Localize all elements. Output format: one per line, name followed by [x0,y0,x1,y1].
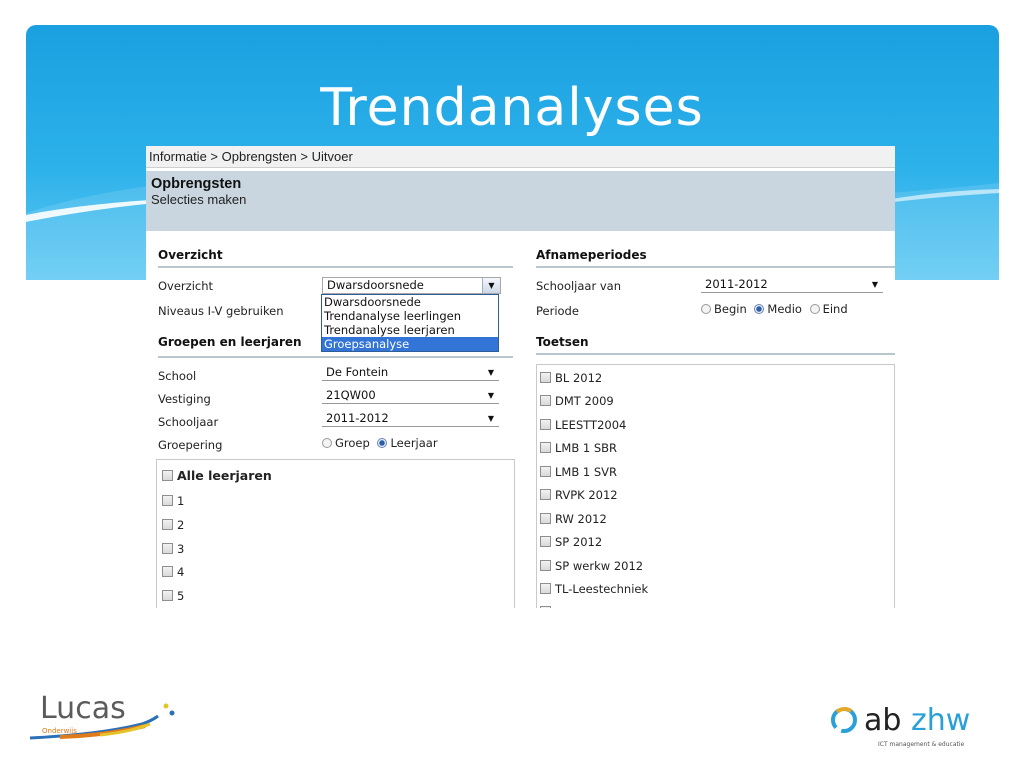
checkbox[interactable] [540,560,551,571]
chevron-down-icon[interactable]: ▼ [488,388,494,403]
checkbox[interactable] [162,470,173,481]
svg-text:ab zhw: ab zhw [864,703,970,738]
slide-title: Trendanalyses [320,78,704,138]
abzhw-wordmark: ab [864,703,901,738]
checkbox[interactable] [162,495,173,506]
abzhw-logo: ab zhw ICT management & educatie [828,694,988,754]
checkbox[interactable] [540,606,551,608]
overzicht-select-value: Dwarsdoorsnede [327,278,424,292]
radio-button[interactable] [701,304,711,314]
chevron-down-icon[interactable]: ▼ [482,278,500,293]
schooljaar-van-select[interactable]: 2011-2012 ▼ [701,277,883,293]
lucas-subtext: Onderwijs [42,727,77,735]
chevron-down-icon[interactable]: ▼ [872,277,878,292]
groepering-radio-group: Groep Leerjaar [322,436,442,450]
vestiging-select-value: 21QW00 [326,388,376,402]
checkbox[interactable] [540,442,551,453]
checkbox-toets[interactable]: RW 2012 [540,512,607,526]
checkbox[interactable] [162,566,173,577]
section-afnameperiodes: Afnameperiodes [536,248,895,268]
checkbox[interactable] [162,590,173,601]
section-overzicht: Overzicht [158,248,513,268]
radio-leerjaar[interactable]: Leerjaar [377,436,438,450]
school-select-value: De Fontein [326,365,389,379]
checkbox-alle-leerjaren[interactable]: Alle leerjaren [162,468,272,483]
checkbox-toets[interactable]: TL-Leestechniek [540,582,648,596]
checkbox-toets[interactable]: BL 2012 [540,371,602,385]
vestiging-label: Vestiging [158,392,211,406]
checkbox[interactable] [162,519,173,530]
checkbox-toets[interactable]: SP werkw 2012 [540,559,643,573]
lucas-wordmark: Lucas [40,691,126,726]
checkbox-toets-partial[interactable] [540,605,555,608]
section-toetsen: Toetsen [536,335,895,355]
lucas-logo: Lucas Onderwijs [29,686,180,746]
schooljaar-select[interactable]: 2011-2012 ▼ [322,411,499,427]
checkbox-toets[interactable]: LMB 1 SVR [540,465,617,479]
dropdown-option[interactable]: Dwarsdoorsnede [322,295,498,309]
breadcrumb[interactable]: Informatie > Opbrengsten > Uitvoer [146,146,895,168]
radio-button[interactable] [809,304,820,314]
radio-groep[interactable]: Groep [322,436,370,450]
checkbox-toets[interactable]: DMT 2009 [540,394,614,408]
radio-button[interactable] [322,438,332,448]
school-label: School [158,369,197,383]
section-divider [158,356,513,358]
radio-button-selected[interactable] [377,438,388,448]
radio-medio[interactable]: Medio [754,302,802,316]
page-subtitle: Selecties maken [151,192,247,207]
checkbox-toets[interactable]: LEESTT2004 [540,418,626,432]
checkbox-leerjaar[interactable]: 1 [162,494,184,508]
checkbox[interactable] [540,372,551,383]
checkbox[interactable] [540,513,551,524]
overzicht-select[interactable]: Dwarsdoorsnede ▼ [322,277,501,294]
checkbox-toets[interactable]: LMB 1 SBR [540,441,617,455]
checkbox-leerjaar[interactable]: 5 [162,589,184,603]
niveaus-label: Niveaus I-V gebruiken [158,304,284,318]
chevron-down-icon[interactable]: ▼ [488,411,494,426]
checkbox-leerjaar[interactable]: 2 [162,518,184,532]
app-screenshot: Informatie > Opbrengsten > Uitvoer Opbre… [146,146,895,608]
dropdown-option-highlighted[interactable]: Groepsanalyse [322,337,498,351]
abzhw-wordmark-accent: zhw [911,703,970,738]
checkbox[interactable] [540,536,551,547]
abzhw-tagline: ICT management & educatie [878,741,965,748]
checkbox[interactable] [162,543,173,554]
dropdown-option[interactable]: Trendanalyse leerlingen [322,309,498,323]
page-title: Opbrengsten [151,176,242,192]
checkbox-toets[interactable]: SP 2012 [540,535,602,549]
chevron-down-icon[interactable]: ▼ [488,365,494,380]
checkbox[interactable] [540,395,551,406]
checkbox[interactable] [540,466,551,477]
schooljaar-select-value: 2011-2012 [326,411,389,425]
checkbox[interactable] [540,419,551,430]
periode-radio-group: Begin Medio Eind [701,302,852,316]
page-header: Opbrengsten Selecties maken [146,171,895,231]
dropdown-option[interactable]: Trendanalyse leerjaren [322,323,498,337]
radio-eind[interactable]: Eind [809,302,848,316]
overzicht-label: Overzicht [158,279,214,293]
periode-label: Periode [536,304,579,318]
radio-button-selected[interactable] [754,304,765,314]
schooljaar-van-value: 2011-2012 [705,277,768,291]
section-groepen: Groepen en leerjaren [158,335,302,349]
radio-begin[interactable]: Begin [701,302,747,316]
schooljaar-label: Schooljaar [158,415,219,429]
overzicht-dropdown-list: Dwarsdoorsnede Trendanalyse leerlingen T… [321,294,499,352]
checkbox-leerjaar[interactable]: 4 [162,565,184,579]
groepering-label: Groepering [158,438,223,452]
checkbox[interactable] [540,489,551,500]
school-select[interactable]: De Fontein ▼ [322,365,499,381]
vestiging-select[interactable]: 21QW00 ▼ [322,388,499,404]
checkbox[interactable] [540,583,551,594]
checkbox-leerjaar[interactable]: 3 [162,542,184,556]
checkbox-toets[interactable]: RVPK 2012 [540,488,618,502]
schooljaar-van-label: Schooljaar van [536,279,621,293]
